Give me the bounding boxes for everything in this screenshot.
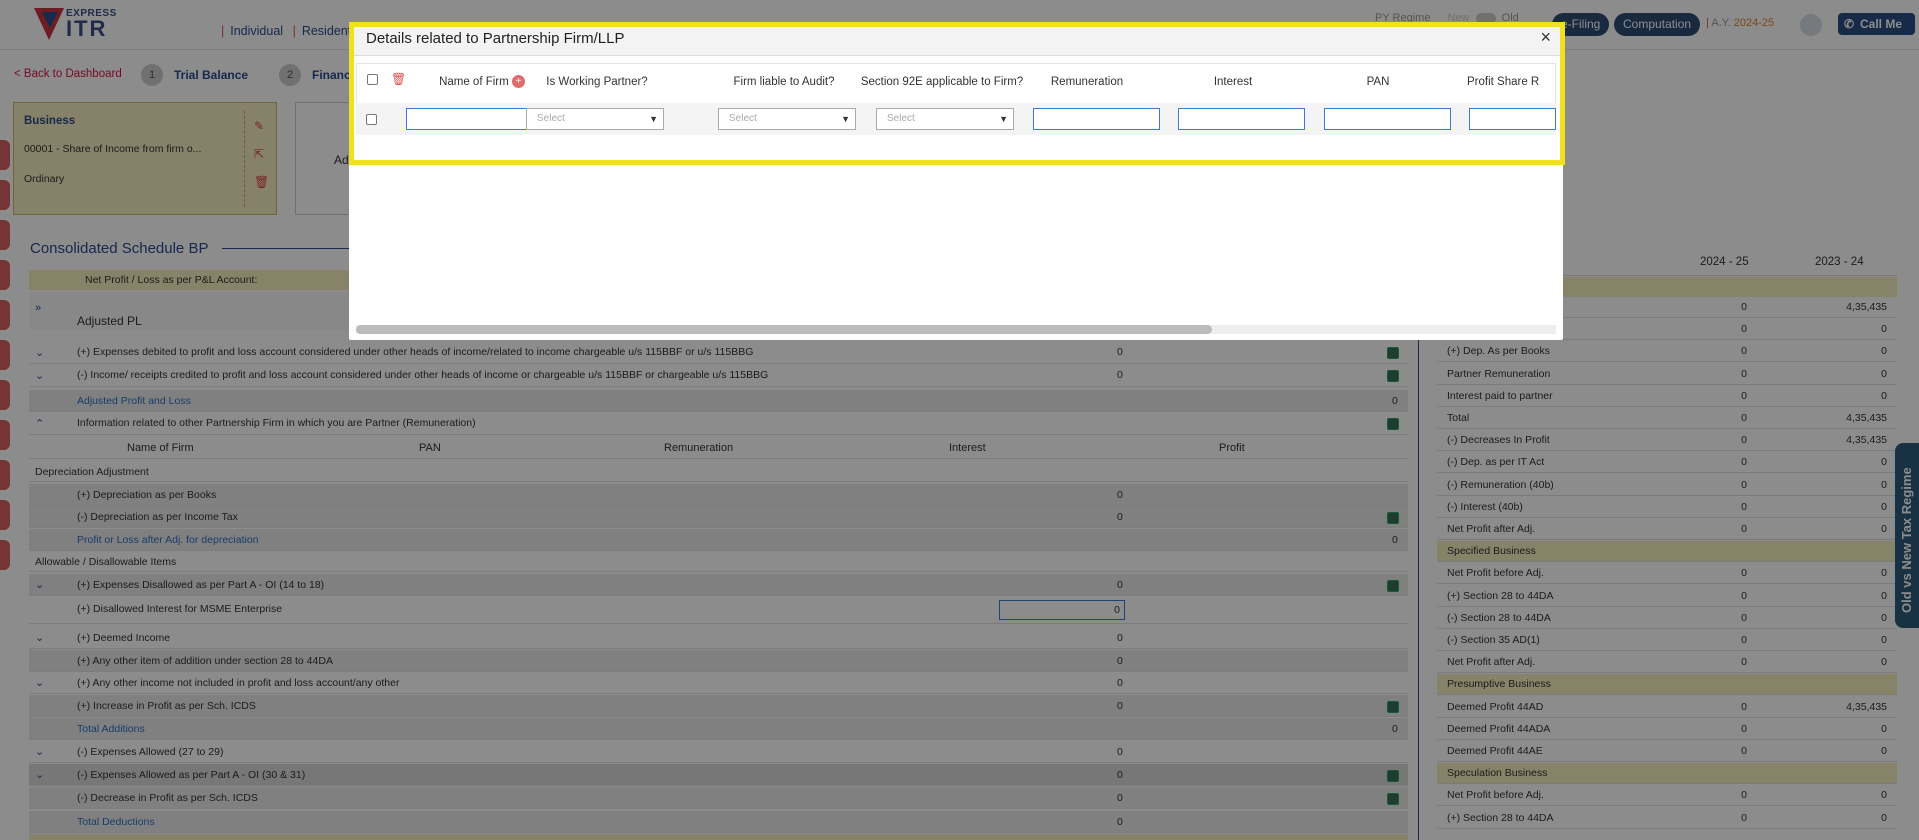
- caret-down-icon: ▼: [841, 114, 850, 124]
- interest-input[interactable]: [1178, 108, 1305, 130]
- col-section-92e: Section 92E applicable to Firm?: [860, 76, 1024, 88]
- partnership-firm-modal: Details related to Partnership Firm/LLP …: [349, 22, 1563, 340]
- liable-audit-select[interactable]: Select ▼: [718, 108, 856, 130]
- close-icon[interactable]: ×: [1540, 27, 1551, 48]
- col-remuneration: Remuneration: [1050, 76, 1124, 88]
- col-label: Name of Firm: [439, 76, 509, 88]
- modal-title: Details related to Partnership Firm/LLP: [366, 30, 625, 47]
- modal-header: Details related to Partnership Firm/LLP …: [349, 22, 1563, 56]
- select-placeholder: Select: [729, 113, 757, 124]
- select-all-checkbox[interactable]: [367, 74, 378, 85]
- section-92e-select[interactable]: Select ▼: [876, 108, 1014, 130]
- select-placeholder: Select: [537, 113, 565, 124]
- col-profit-share: Profit Share R: [1467, 76, 1540, 88]
- col-liable-audit: Firm liable to Audit?: [733, 76, 835, 88]
- add-row-icon[interactable]: +: [511, 75, 525, 89]
- select-placeholder: Select: [887, 113, 915, 124]
- caret-down-icon: ▼: [649, 114, 658, 124]
- horizontal-scrollbar[interactable]: [356, 325, 1556, 334]
- profit-share-input[interactable]: [1469, 108, 1556, 130]
- table-row: Select ▼ Select ▼ Select ▼: [356, 103, 1556, 135]
- working-partner-select[interactable]: Select ▼: [526, 108, 664, 130]
- trash-icon[interactable]: 🗑: [391, 72, 406, 86]
- firm-name-input[interactable]: [406, 108, 533, 130]
- row-checkbox[interactable]: [366, 114, 377, 125]
- col-pan: PAN: [1366, 76, 1390, 88]
- remuneration-input[interactable]: [1033, 108, 1160, 130]
- col-interest: Interest: [1213, 76, 1253, 88]
- col-working-partner: Is Working Partner?: [546, 76, 648, 88]
- scrollbar-thumb[interactable]: [356, 325, 1212, 334]
- pan-input[interactable]: [1324, 108, 1451, 130]
- caret-down-icon: ▼: [999, 114, 1008, 124]
